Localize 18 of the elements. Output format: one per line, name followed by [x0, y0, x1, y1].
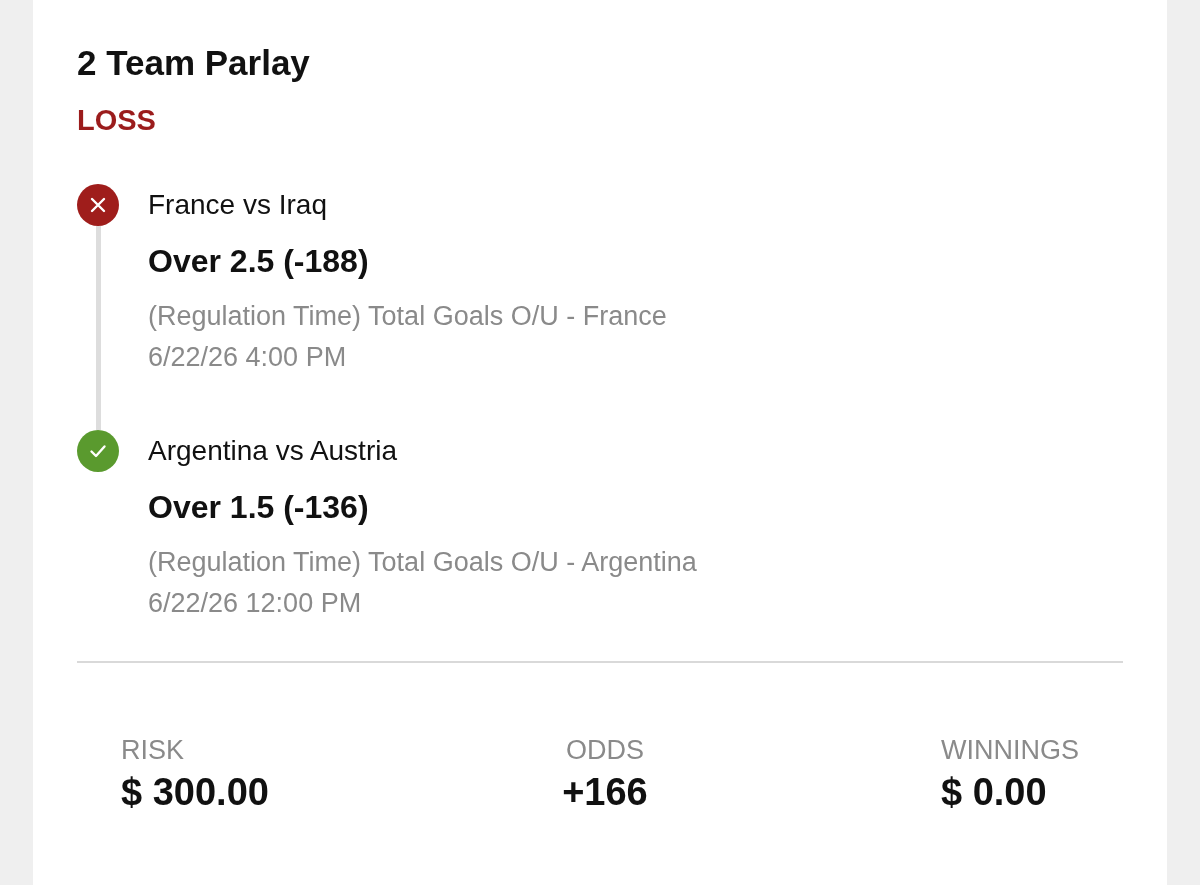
start-time-text: 6/22/26 12:00 PM — [148, 587, 363, 620]
summary-label: ODDS — [564, 734, 645, 767]
summary-value: +166 — [562, 770, 648, 815]
summary-label: WINNINGS — [941, 734, 1079, 767]
summary-value: $ 300.00 — [121, 770, 269, 815]
check-circle-icon — [77, 430, 119, 472]
bet-title: 2 Team Parlay — [77, 42, 311, 84]
start-time-text: 6/22/26 4:00 PM — [148, 341, 348, 374]
market-text: (Regulation Time) Total Goals O/U - Argentina — [148, 546, 698, 579]
x-circle-icon — [77, 184, 119, 226]
matchup-text: France vs Iraq — [148, 188, 328, 222]
summary-value: $ 0.00 — [941, 770, 1048, 815]
pick-text: Over 1.5 (-136) — [148, 488, 370, 527]
matchup-text: Argentina vs Austria — [148, 434, 399, 468]
bet-status: LOSS — [77, 103, 157, 138]
pick-text: Over 2.5 (-188) — [148, 242, 370, 281]
market-text: (Regulation Time) Total Goals O/U - France — [148, 300, 668, 333]
summary-label: RISK — [121, 734, 186, 767]
